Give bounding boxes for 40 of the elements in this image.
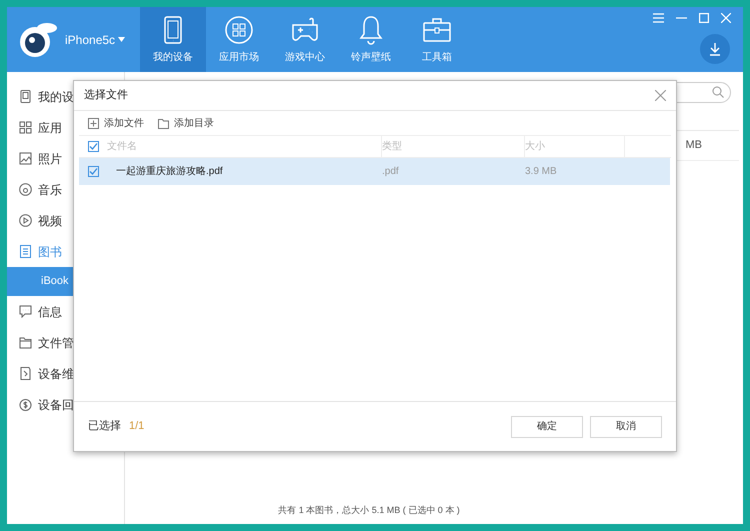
- toolbar-button[interactable]: 添加目录: [158, 116, 214, 130]
- nav-tab[interactable]: 我的设备: [140, 7, 206, 72]
- table-cell: .pdf: [382, 166, 399, 177]
- search-icon[interactable]: [712, 86, 724, 98]
- selection-count: 1/1: [129, 419, 144, 434]
- dialog-button[interactable]: 取消: [590, 416, 662, 438]
- folder-icon: [19, 336, 32, 349]
- menu-icon[interactable]: [653, 13, 664, 23]
- download-button[interactable]: [700, 34, 730, 64]
- sidebar-item[interactable]: 文件管: [7, 327, 124, 358]
- play-circle-icon: [19, 214, 32, 227]
- checkbox[interactable]: [88, 141, 98, 152]
- close-icon[interactable]: [655, 90, 666, 101]
- grid-icon: [19, 121, 32, 134]
- file-row[interactable]: 一起游重庆旅游攻略.pdf .pdf 3.9 MB: [79, 158, 670, 185]
- dialog-button[interactable]: 确定: [511, 416, 583, 438]
- sidebar-item[interactable]: 设备维: [7, 358, 124, 389]
- dialog-title: 选择文件: [84, 88, 128, 104]
- status-text: 共有 1 本图书，总大小 5.1 MB ( 已选中 0 本 ): [278, 504, 460, 518]
- table-cell: 一起游重庆旅游攻略.pdf: [116, 166, 223, 177]
- book-icon: [19, 245, 32, 258]
- plus-box-icon: [88, 118, 99, 128]
- sidebar-item[interactable]: 视频: [7, 205, 124, 236]
- checkbox[interactable]: [88, 166, 98, 177]
- app-grid-icon: [224, 15, 254, 45]
- sidebar-item[interactable]: 设备回: [7, 389, 124, 420]
- table-cell-text: MB: [686, 138, 702, 154]
- music-disc-icon: [19, 183, 32, 196]
- phone-icon: [19, 90, 32, 103]
- toolbar-button[interactable]: 添加文件: [88, 116, 144, 130]
- folder-icon: [158, 118, 169, 128]
- dollar-circle-icon: [19, 398, 32, 411]
- table-cell: 3.9 MB: [525, 166, 557, 177]
- caret-icon: [118, 37, 126, 42]
- maximize-icon[interactable]: [699, 13, 709, 23]
- download-icon: [709, 42, 721, 56]
- selection-label: 已选择: [88, 419, 121, 434]
- chat-icon: [19, 305, 32, 318]
- sidebar-item[interactable]: 信息: [7, 296, 124, 327]
- image-icon: [19, 152, 32, 165]
